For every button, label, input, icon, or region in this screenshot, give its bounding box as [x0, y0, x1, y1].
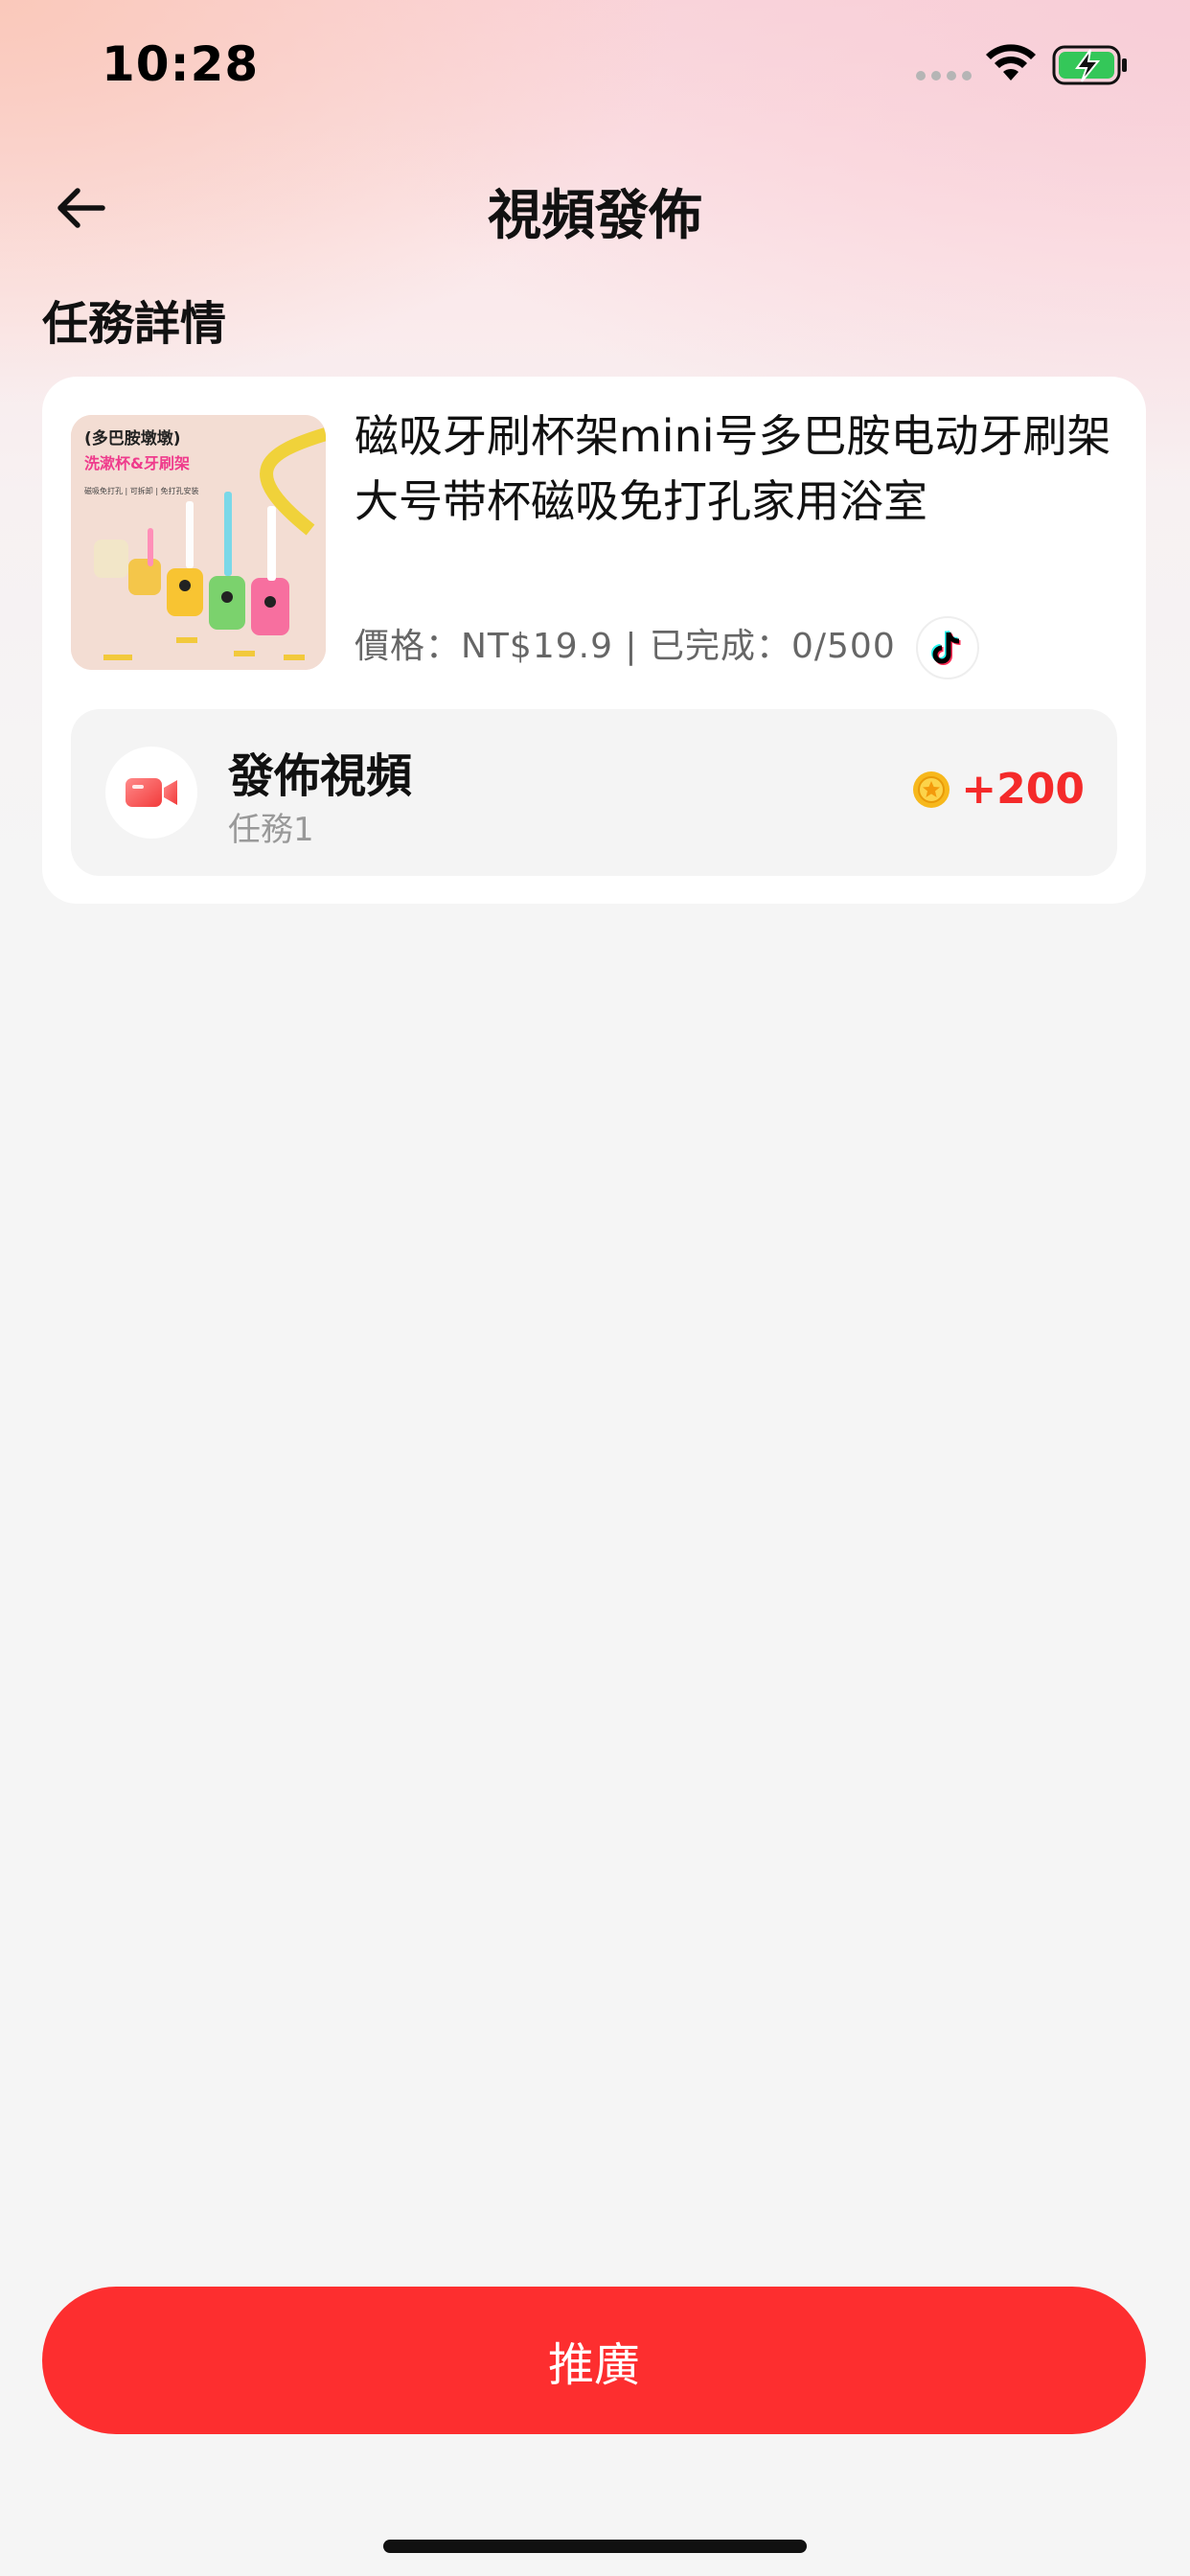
product-image[interactable]: (多巴胺墩墩) 洗漱杯&牙刷架 磁吸免打孔 | 可拆卸 | 免打孔安装 — [71, 415, 326, 670]
section-title: 任務詳情 — [42, 297, 227, 351]
promote-button[interactable]: 推廣 — [42, 2287, 1146, 2434]
image-banner-text: (多巴胺墩墩) — [84, 428, 181, 448]
image-features-text: 磁吸免打孔 | 可拆卸 | 免打孔安装 — [84, 486, 199, 495]
battery-charging-icon — [1052, 45, 1127, 85]
sub-task-item[interactable]: 發佈視頻 任務1 +200 — [71, 709, 1117, 876]
sub-task-label: 任務1 — [228, 811, 314, 849]
image-subtitle-text: 洗漱杯&牙刷架 — [84, 454, 190, 472]
reward: +200 — [911, 765, 1085, 814]
status-time: 10:28 — [102, 36, 260, 92]
tiktok-icon — [916, 616, 979, 679]
task-card: (多巴胺墩墩) 洗漱杯&牙刷架 磁吸免打孔 | 可拆卸 | 免打孔安装 磁吸牙刷… — [42, 377, 1146, 904]
navigation-bar: 視頻發佈 — [0, 153, 1190, 259]
page-title: 視頻發佈 — [488, 185, 702, 247]
sub-task-title: 發佈視頻 — [228, 749, 413, 803]
status-bar: 10:28 — [0, 0, 1190, 134]
wifi-icon — [986, 44, 1036, 80]
video-camera-icon — [105, 747, 197, 839]
product-title[interactable]: 磁吸牙刷杯架mini号多巴胺电动牙刷架大号带杯磁吸免打孔家用浴室 — [355, 403, 1121, 534]
product-meta: 價格：NT$19.9 | 已完成：0/500 — [355, 627, 896, 666]
cellular-signal-icon — [916, 71, 972, 80]
home-indicator — [383, 2540, 807, 2553]
reward-value: +200 — [961, 765, 1085, 814]
coin-icon — [913, 770, 950, 808]
